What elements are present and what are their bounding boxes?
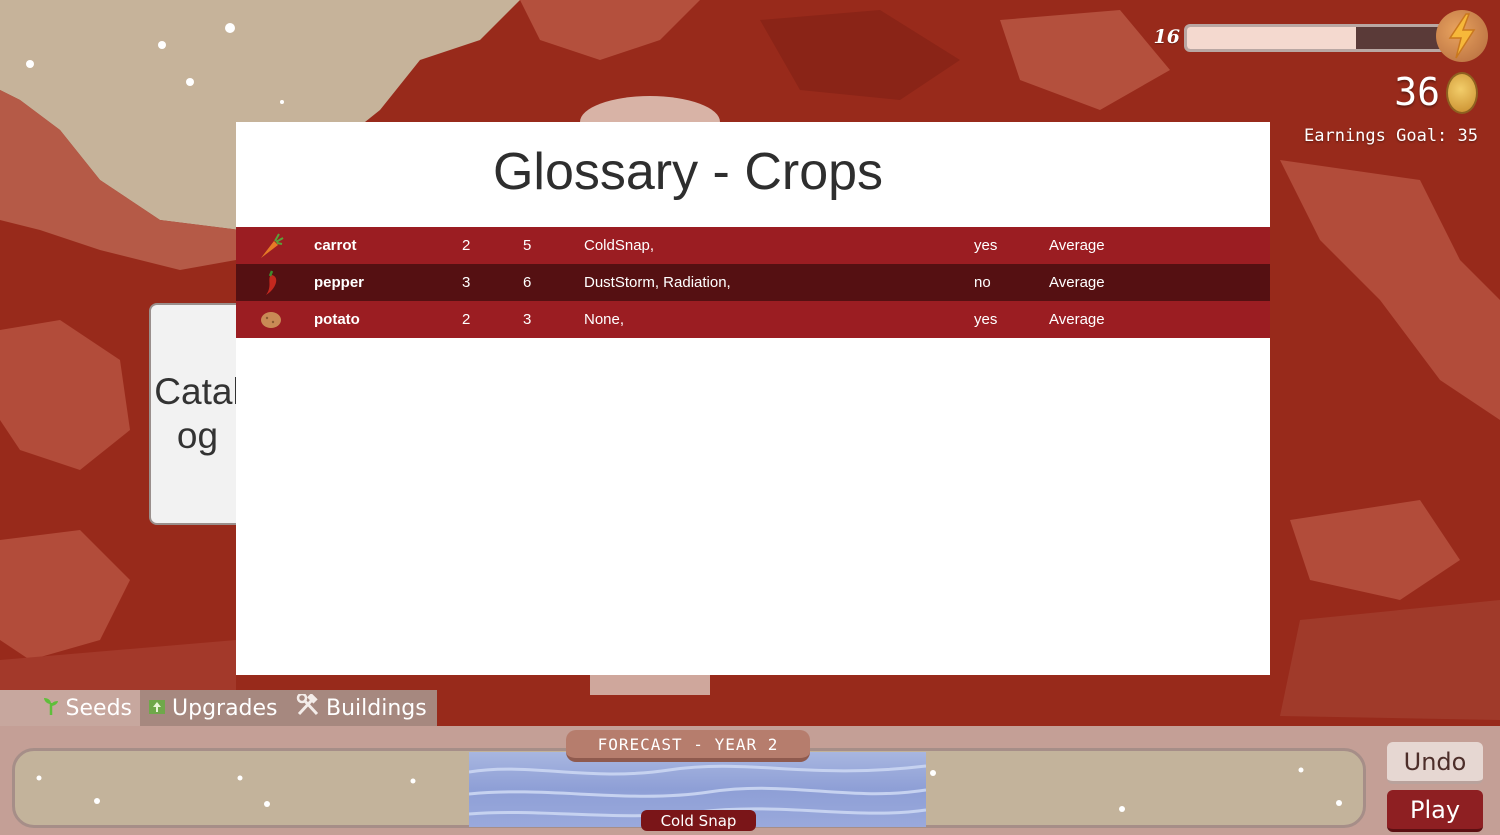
crop-stat-a: 2	[462, 311, 471, 328]
table-row[interactable]: carrot 2 5 ColdSnap, yes Average	[236, 227, 1270, 264]
tab-upgrades[interactable]: Upgrades	[140, 690, 288, 726]
forecast-banner: FORECAST - YEAR 2	[566, 730, 810, 762]
catalog-tab[interactable]: Catalog	[149, 303, 246, 525]
crop-quality: Average	[1049, 237, 1105, 254]
upgrade-icon	[148, 696, 166, 721]
coin-count: 36	[1394, 70, 1440, 114]
tab-buildings-label: Buildings	[326, 695, 427, 721]
forecast-event-label: Cold Snap	[641, 810, 756, 831]
carrot-icon	[258, 227, 284, 264]
tab-seeds[interactable]: Seeds	[0, 690, 140, 726]
glossary-panel: Glossary - Crops carrot 2 5 ColdSnap, ye…	[236, 122, 1270, 675]
crop-flag: yes	[974, 311, 998, 328]
crop-table: carrot 2 5 ColdSnap, yes Average pepper …	[236, 227, 1270, 338]
crop-stat-b: 5	[523, 237, 532, 254]
table-row[interactable]: potato 2 3 None, yes Average	[236, 301, 1270, 338]
hammer-wrench-icon	[296, 692, 320, 722]
panel-title: Glossary - Crops	[492, 143, 884, 201]
coin-icon	[1446, 72, 1478, 114]
crop-name: pepper	[314, 274, 365, 291]
energy-value: 16	[1153, 26, 1180, 48]
catalog-tab-label: Catalog	[154, 370, 241, 456]
sprout-icon	[42, 695, 60, 721]
energy-bar-fill	[1187, 27, 1356, 49]
play-button[interactable]: Play	[1387, 790, 1483, 832]
tab-buildings[interactable]: Buildings	[288, 690, 437, 726]
crop-weather: None,	[584, 311, 625, 328]
potato-icon	[258, 301, 284, 338]
tab-upgrades-label: Upgrades	[172, 695, 278, 721]
crop-name: carrot	[314, 237, 357, 254]
crop-stat-b: 6	[523, 274, 532, 291]
crop-stat-a: 3	[462, 274, 471, 291]
crop-quality: Average	[1049, 311, 1105, 328]
pepper-icon	[258, 264, 284, 301]
table-row[interactable]: pepper 3 6 DustStorm, Radiation, no Aver…	[236, 264, 1270, 301]
tab-seeds-label: Seeds	[65, 695, 132, 721]
lightning-icon	[1436, 10, 1488, 62]
undo-button[interactable]: Undo	[1387, 742, 1483, 784]
crop-flag: no	[974, 274, 991, 291]
crop-flag: yes	[974, 237, 998, 254]
earnings-goal: Earnings Goal: 35	[1304, 126, 1478, 146]
category-tabs: Seeds Upgrades Buildings	[0, 690, 437, 726]
crop-quality: Average	[1049, 274, 1105, 291]
crop-weather: ColdSnap,	[584, 237, 655, 254]
crop-name: potato	[314, 311, 360, 328]
energy-bar	[1184, 24, 1454, 52]
crop-stat-b: 3	[523, 311, 532, 328]
crop-weather: DustStorm, Radiation,	[584, 274, 731, 291]
crop-stat-a: 2	[462, 237, 471, 254]
